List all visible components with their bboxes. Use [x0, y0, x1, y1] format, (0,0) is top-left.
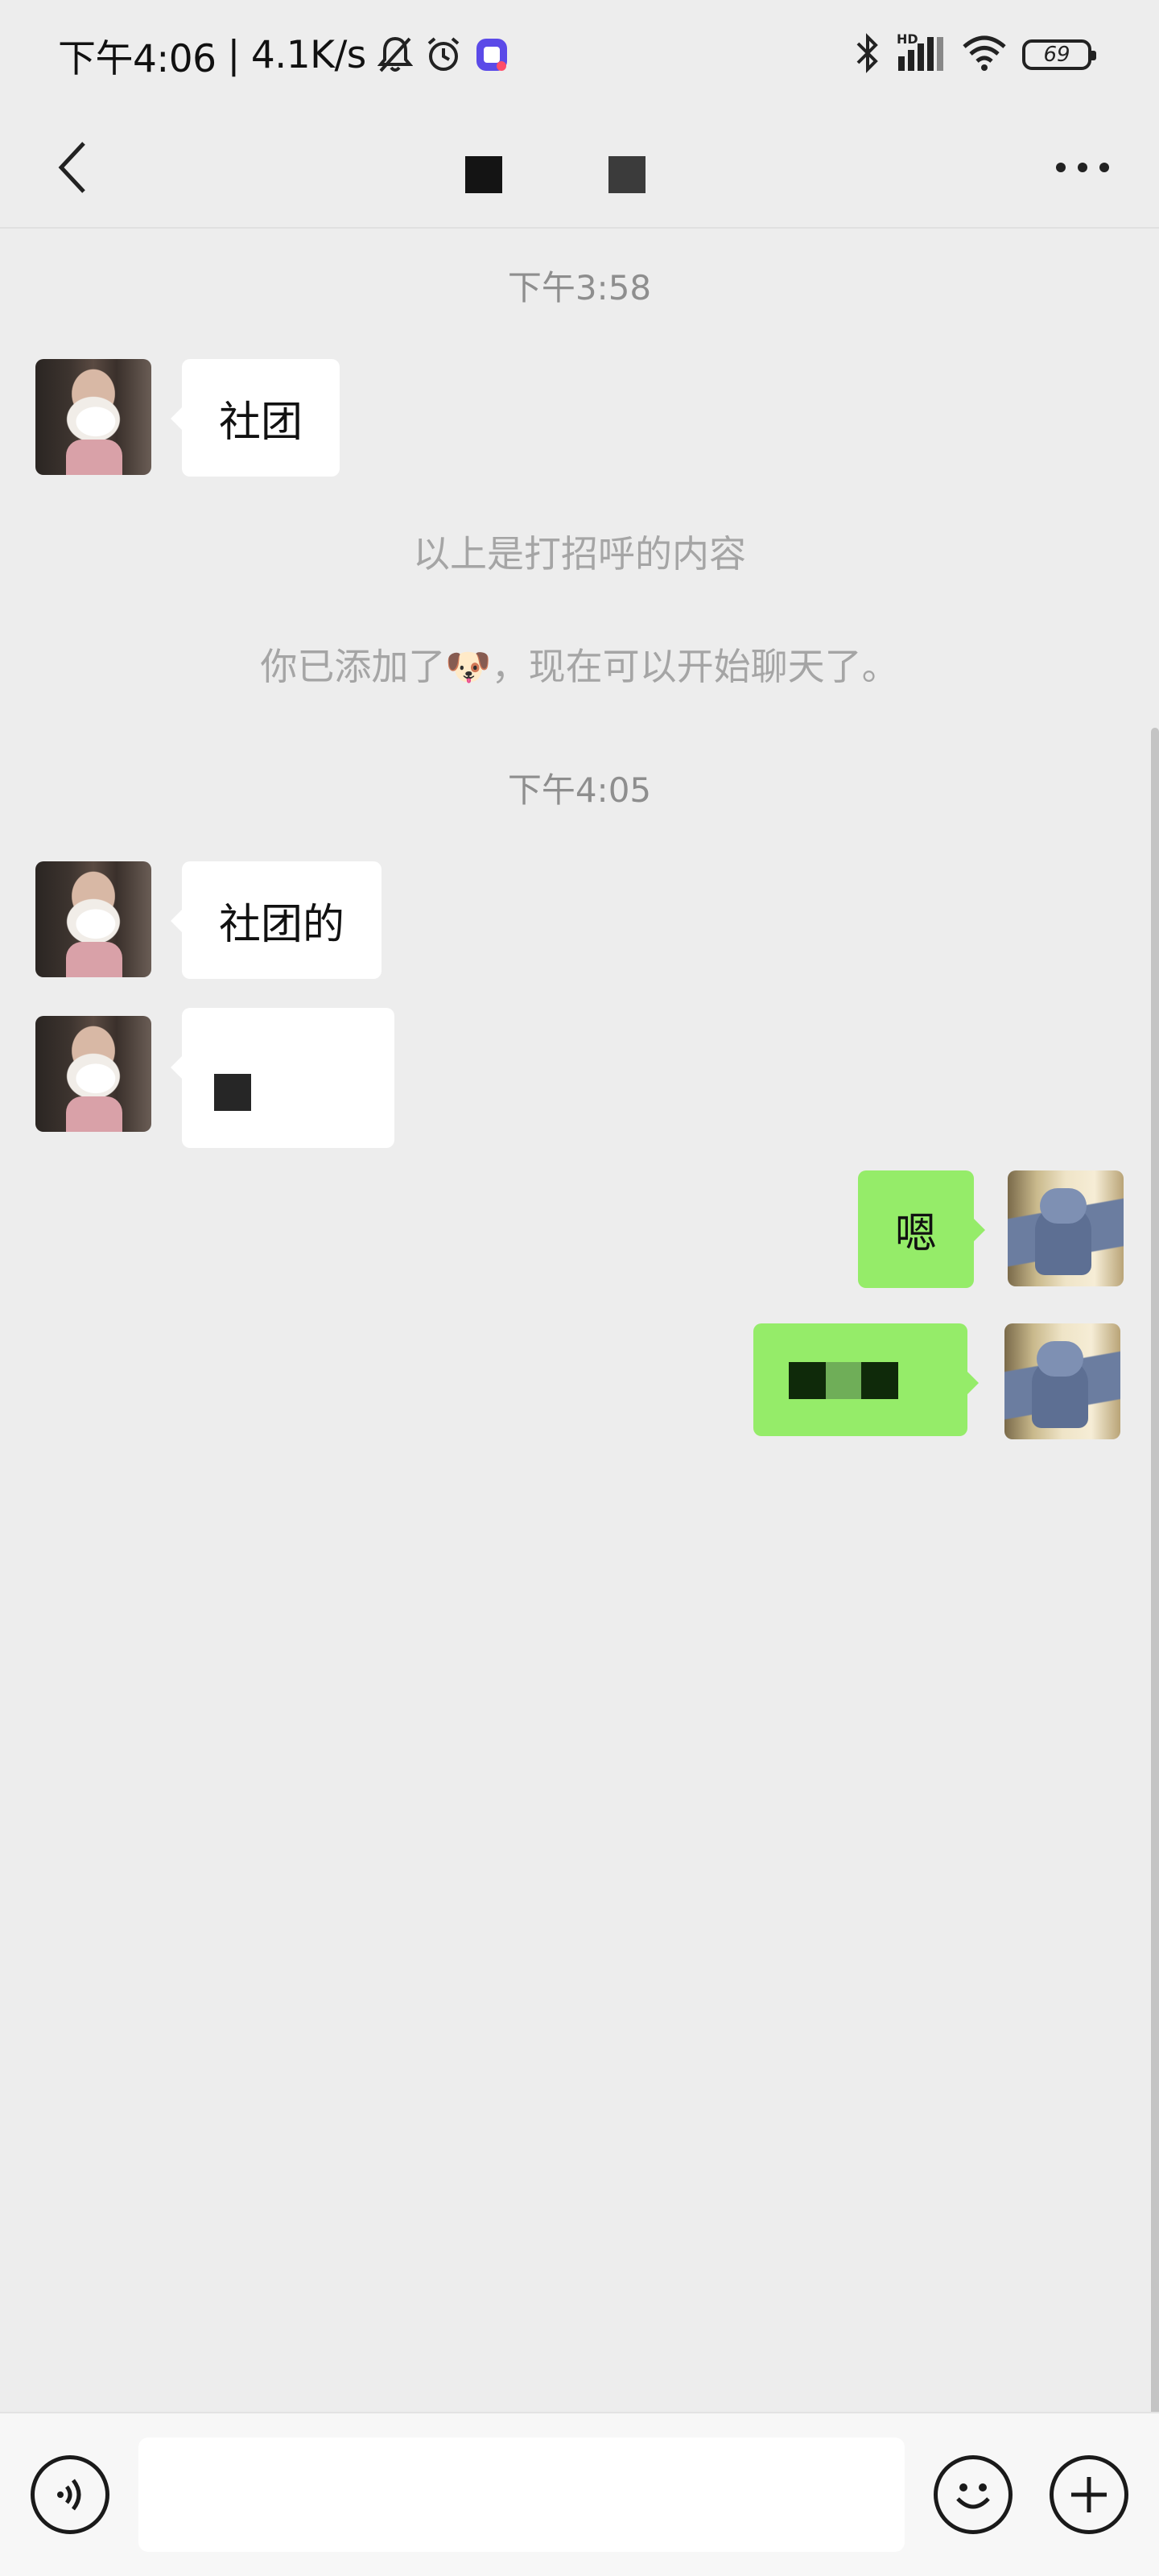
- plus-button[interactable]: [1050, 2455, 1128, 2534]
- network-speed: 4.1K/s: [250, 32, 366, 77]
- status-left: 下午4:06 | 4.1K/s: [58, 27, 509, 82]
- my-avatar[interactable]: [1004, 1323, 1120, 1439]
- alarm-icon: [424, 35, 463, 74]
- message-timestamp: 下午3:58: [507, 268, 652, 308]
- contact-avatar[interactable]: [35, 359, 151, 475]
- signal-icon: HD: [897, 31, 947, 77]
- message-list[interactable]: 下午3:58 社团 以上是打招呼的内容 你已添加了🐶，现在可以开始聊天了。 下午…: [0, 229, 1159, 2576]
- redaction-block: [789, 1362, 826, 1399]
- redaction-block: [608, 156, 645, 193]
- system-notice-added: 你已添加了🐶，现在可以开始聊天了。: [0, 638, 1159, 691]
- incoming-message-bubble[interactable]: 社团的: [170, 861, 382, 979]
- voice-icon: [57, 2479, 81, 2511]
- wifi-icon: [961, 34, 1008, 76]
- incoming-message-bubble[interactable]: 社团: [170, 359, 340, 477]
- message-input[interactable]: [138, 2438, 905, 2552]
- bluetooth-icon: [853, 32, 882, 77]
- hd-label: HD: [897, 32, 918, 47]
- system-notice-text: ，现在可以开始聊天了。: [491, 645, 899, 688]
- battery-level: 69: [1043, 43, 1070, 67]
- redaction-block: [214, 1074, 251, 1111]
- status-separator: |: [227, 32, 241, 77]
- message-text: 嗯: [895, 1209, 938, 1258]
- chat-title-redacted: [451, 142, 708, 198]
- incoming-message-bubble-redacted[interactable]: [171, 1008, 394, 1148]
- outgoing-message-bubble-redacted[interactable]: [753, 1323, 979, 1436]
- nav-bar: [0, 109, 1159, 229]
- mute-bell-icon: [377, 35, 413, 74]
- more-dots-icon: [1056, 163, 1109, 172]
- redaction-block: [861, 1362, 898, 1399]
- message-text: 社团的: [219, 900, 345, 949]
- status-time: 下午4:06: [58, 36, 217, 81]
- status-right: HD 69: [853, 27, 1096, 82]
- outgoing-message-bubble[interactable]: 嗯: [858, 1170, 986, 1288]
- system-notice-text: 你已添加了: [260, 645, 446, 688]
- chat-screen: 下午4:06 | 4.1K/s HD 69 下午3:58 社团 以上是打招呼的内…: [0, 0, 1159, 2576]
- emoji-button[interactable]: [934, 2455, 1013, 2534]
- more-button[interactable]: [1038, 127, 1127, 208]
- message-text: 社团: [219, 398, 303, 447]
- contact-avatar[interactable]: [35, 861, 151, 977]
- message-timestamp: 下午4:05: [507, 770, 652, 810]
- plus-icon: [1071, 2477, 1107, 2512]
- app-badge-icon: [474, 35, 509, 74]
- scrollbar[interactable]: [1151, 728, 1159, 2576]
- dog-emoji: 🐶: [445, 645, 492, 688]
- chevron-left-icon: [58, 142, 85, 193]
- contact-avatar[interactable]: [35, 1016, 151, 1132]
- input-bar: [0, 2412, 1159, 2576]
- redaction-block: [826, 1362, 861, 1399]
- my-avatar[interactable]: [1008, 1170, 1124, 1286]
- status-bar: 下午4:06 | 4.1K/s HD 69: [0, 0, 1159, 109]
- battery-icon: 69: [1022, 39, 1096, 70]
- system-notice: 以上是打招呼的内容: [413, 532, 746, 576]
- voice-button[interactable]: [31, 2455, 109, 2534]
- back-button[interactable]: [32, 127, 113, 208]
- redaction-block: [465, 156, 502, 193]
- emoji-icon: [956, 2483, 990, 2509]
